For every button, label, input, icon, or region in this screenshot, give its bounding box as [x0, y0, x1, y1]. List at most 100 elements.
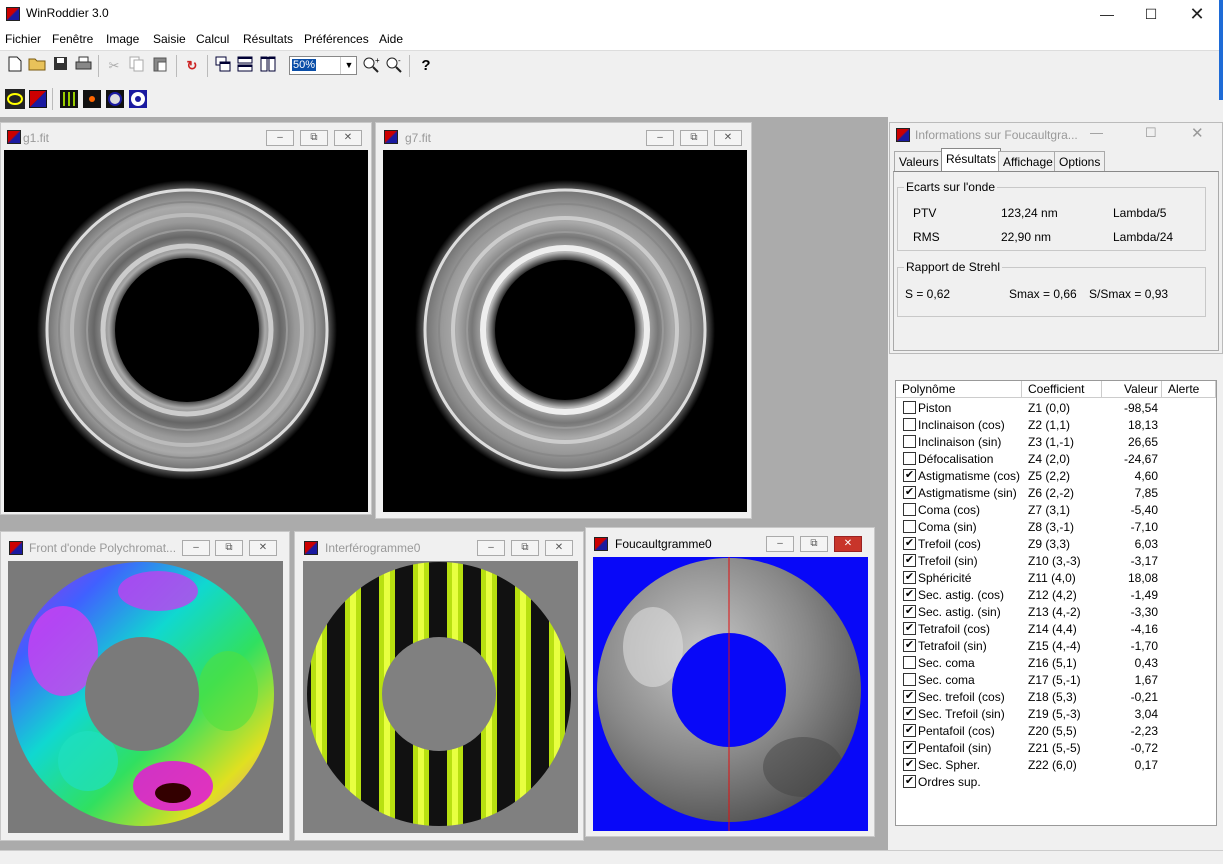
maximize-button[interactable]: ☐: [1128, 0, 1174, 28]
row-checkbox[interactable]: ✔: [903, 758, 916, 771]
fringes-tool-icon[interactable]: [59, 89, 79, 109]
table-row[interactable]: ✔ Pentafoil (cos) Z20 (5,5) -2,23: [896, 722, 1216, 739]
menu-aide[interactable]: Aide: [379, 32, 403, 46]
restore-button[interactable]: ⧉: [511, 540, 539, 556]
zoom-select[interactable]: 50% ▼: [289, 56, 357, 75]
table-row[interactable]: ✔ Trefoil (cos) Z9 (3,3) 6,03: [896, 535, 1216, 552]
table-row[interactable]: ✔ Sec. Spher. Z22 (6,0) 0,17: [896, 756, 1216, 773]
close-button[interactable]: ✕: [545, 540, 573, 556]
row-checkbox[interactable]: [903, 418, 916, 431]
header-coefficient[interactable]: Coefficient: [1022, 381, 1102, 398]
copy-icon[interactable]: [127, 56, 147, 76]
row-checkbox[interactable]: [903, 452, 916, 465]
minimize-button[interactable]: —: [1084, 0, 1130, 28]
table-row[interactable]: ✔ Sec. astig. (sin) Z13 (4,-2) -3,30: [896, 603, 1216, 620]
table-row[interactable]: ✔ Tetrafoil (cos) Z14 (4,4) -4,16: [896, 620, 1216, 637]
open-folder-icon[interactable]: [27, 56, 47, 76]
save-icon[interactable]: [50, 56, 70, 76]
row-checkbox[interactable]: [903, 656, 916, 669]
cut-icon[interactable]: ✂: [104, 56, 124, 76]
table-row[interactable]: ✔ Sphéricité Z11 (4,0) 18,08: [896, 569, 1216, 586]
restore-button[interactable]: ⧉: [680, 130, 708, 146]
row-checkbox[interactable]: ✔: [903, 605, 916, 618]
menu-preferences[interactable]: Préférences: [304, 32, 369, 46]
table-row[interactable]: ✔ Tetrafoil (sin) Z15 (4,-4) -1,70: [896, 637, 1216, 654]
table-row[interactable]: Coma (sin) Z8 (3,-1) -7,10: [896, 518, 1216, 535]
row-checkbox[interactable]: ✔: [903, 588, 916, 601]
tab-valeurs[interactable]: Valeurs: [894, 151, 944, 171]
close-button[interactable]: ✕: [334, 130, 362, 146]
new-file-icon[interactable]: [5, 56, 25, 76]
foucault-tool-icon[interactable]: [128, 89, 148, 109]
table-row[interactable]: ✔ Astigmatisme (cos) Z5 (2,2) 4,60: [896, 467, 1216, 484]
paste-icon[interactable]: [150, 56, 170, 76]
window-g1[interactable]: g1.fit – ⧉ ✕: [0, 122, 372, 515]
refresh-icon[interactable]: ↻: [182, 56, 202, 76]
row-checkbox[interactable]: ✔: [903, 554, 916, 567]
wavefront-map[interactable]: [8, 561, 283, 833]
tab-options[interactable]: Options: [1054, 151, 1106, 171]
minimize-button[interactable]: –: [182, 540, 210, 556]
row-checkbox[interactable]: [903, 673, 916, 686]
minimize-button[interactable]: —: [1090, 125, 1103, 140]
table-row[interactable]: ✔ Sec. Trefoil (sin) Z19 (5,-3) 3,04: [896, 705, 1216, 722]
restore-button[interactable]: ⧉: [300, 130, 328, 146]
table-row[interactable]: ✔ Astigmatisme (sin) Z6 (2,-2) 7,85: [896, 484, 1216, 501]
header-valeur[interactable]: Valeur: [1102, 381, 1162, 398]
table-row[interactable]: Inclinaison (sin) Z3 (1,-1) 26,65: [896, 433, 1216, 450]
menu-image[interactable]: Image: [106, 32, 139, 46]
row-checkbox[interactable]: [903, 503, 916, 516]
row-checkbox[interactable]: ✔: [903, 486, 916, 499]
window-wavefront[interactable]: Front d'onde Polychromat... – ⧉ ✕: [0, 531, 290, 841]
menu-resultats[interactable]: Résultats: [243, 32, 293, 46]
zoom-out-icon[interactable]: -: [384, 56, 404, 76]
row-checkbox[interactable]: ✔: [903, 707, 916, 720]
menu-calcul[interactable]: Calcul: [196, 32, 229, 46]
ronchi-tool-icon[interactable]: [105, 89, 125, 109]
minimize-button[interactable]: –: [646, 130, 674, 146]
tile-vertical-icon[interactable]: [258, 56, 278, 76]
menu-saisie[interactable]: Saisie: [153, 32, 186, 46]
row-checkbox[interactable]: ✔: [903, 469, 916, 482]
window-interferogram[interactable]: Interférogramme0 – ⧉ ✕: [294, 531, 584, 841]
row-checkbox[interactable]: ✔: [903, 724, 916, 737]
close-button[interactable]: ✕: [714, 130, 742, 146]
close-button[interactable]: ✕: [1174, 0, 1220, 28]
row-checkbox[interactable]: [903, 520, 916, 533]
window-g7[interactable]: g7.fit – ⧉ ✕: [375, 122, 752, 519]
row-checkbox[interactable]: ✔: [903, 639, 916, 652]
row-checkbox[interactable]: [903, 435, 916, 448]
restore-button[interactable]: ⧉: [800, 536, 828, 552]
foucaultgram-image[interactable]: [593, 557, 868, 831]
minimize-button[interactable]: –: [766, 536, 794, 552]
row-checkbox[interactable]: ✔: [903, 690, 916, 703]
table-row[interactable]: ✔ Ordres sup.: [896, 773, 1216, 790]
table-row[interactable]: ✔ Sec. trefoil (cos) Z18 (5,3) -0,21: [896, 688, 1216, 705]
table-row[interactable]: Sec. coma Z17 (5,-1) 1,67: [896, 671, 1216, 688]
header-alerte[interactable]: Alerte: [1162, 381, 1216, 398]
menu-fenetre[interactable]: Fenêtre: [52, 32, 93, 46]
tab-affichage[interactable]: Affichage: [998, 151, 1058, 171]
close-button[interactable]: ✕: [1191, 124, 1204, 142]
help-icon[interactable]: ?: [416, 56, 436, 76]
table-row[interactable]: ✔ Pentafoil (sin) Z21 (5,-5) -0,72: [896, 739, 1216, 756]
row-checkbox[interactable]: [903, 401, 916, 414]
star-tool-icon[interactable]: [82, 89, 102, 109]
tab-resultats[interactable]: Résultats: [941, 148, 1002, 172]
table-row[interactable]: Coma (cos) Z7 (3,1) -5,40: [896, 501, 1216, 518]
image-canvas[interactable]: [4, 150, 368, 512]
zoom-in-icon[interactable]: +: [361, 56, 381, 76]
minimize-button[interactable]: –: [266, 130, 294, 146]
tile-horizontal-icon[interactable]: [235, 56, 255, 76]
window-foucaultgram[interactable]: Foucaultgramme0 – ⧉ ✕: [585, 527, 875, 837]
close-button[interactable]: ✕: [834, 536, 862, 552]
row-checkbox[interactable]: ✔: [903, 571, 916, 584]
menu-fichier[interactable]: Fichier: [5, 32, 41, 46]
table-row[interactable]: Sec. coma Z16 (5,1) 0,43: [896, 654, 1216, 671]
restore-button[interactable]: ⧉: [215, 540, 243, 556]
image-canvas[interactable]: [383, 150, 747, 512]
minimize-button[interactable]: –: [477, 540, 505, 556]
row-checkbox[interactable]: ✔: [903, 622, 916, 635]
table-row[interactable]: ✔ Sec. astig. (cos) Z12 (4,2) -1,49: [896, 586, 1216, 603]
row-checkbox[interactable]: ✔: [903, 537, 916, 550]
